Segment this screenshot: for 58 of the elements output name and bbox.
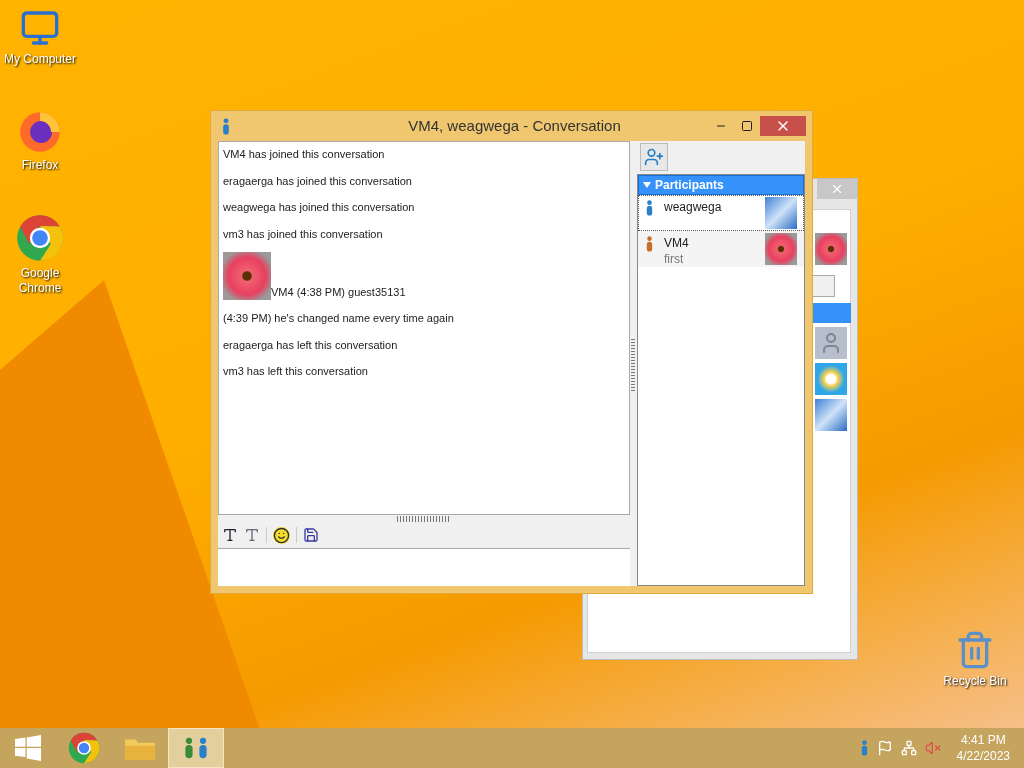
clock-time: 4:41 PM [960,732,1006,748]
font-icon[interactable] [222,527,238,543]
participant-name: VM4 [664,235,690,251]
desktop-icon-label[interactable]: My Computer [4,52,76,67]
maximize-icon [741,120,753,132]
clock[interactable]: 4:41 PM 4/22/2023 [956,732,1010,764]
person-icon [197,737,209,759]
list-header [811,303,851,323]
photo-placeholder [765,197,797,229]
chat-message: vm3 has joined this conversation [223,226,384,242]
network-icon[interactable] [900,740,917,756]
clock-date: 4/22/2023 [956,748,1010,764]
splitter-grip[interactable] [397,516,451,522]
chat-message: (4:39 PM) he's changed name every time again [223,311,455,326]
font-color-icon[interactable] [244,527,260,543]
participant-name: weagwega [664,199,723,215]
chat-message: eragaerga has left this conversation [223,337,399,353]
chat-message: weagwega has joined this conversation [223,200,416,215]
photo-placeholder [815,363,847,395]
participant-status: first [664,251,685,267]
toolbar-button[interactable] [811,275,835,297]
chat-message: vm3 has left this conversation [223,364,369,379]
person-icon [859,740,869,756]
participant-item[interactable]: VM4 first [638,231,804,267]
taskbar-button[interactable] [168,728,224,768]
expand-arrow-icon [643,182,651,188]
flag-icon[interactable] [876,740,893,756]
browser-icon [18,110,62,154]
emoticon-icon[interactable] [273,526,290,544]
photo-placeholder [765,233,797,265]
person-icon [645,236,654,252]
computer-icon [20,8,60,48]
chat-message: VM4 (4:38 PM) guest35131 [271,284,406,300]
photo-placeholder [815,233,847,265]
add-participant-button[interactable] [640,143,668,171]
chat-message: VM4 has joined this conversation [223,147,386,162]
splitter-grip[interactable] [631,336,635,391]
person-icon [183,737,195,759]
person-icon [221,117,231,135]
windows-logo-icon [15,735,41,761]
browser-icon [16,214,64,262]
message-input[interactable] [218,548,630,586]
desktop-icon-label[interactable]: Recycle Bin [943,674,1007,689]
chat-message: eragaerga has joined this conversation [223,173,413,189]
photo-placeholder [223,252,271,300]
window-title: VM4, weagwega - Conversation [407,115,622,136]
participant-item[interactable]: weagwega [638,195,804,231]
photo-placeholder [815,399,847,431]
close-icon [830,182,844,196]
avatar-icon [815,327,847,359]
desktop-icon-label[interactable]: Google Chrome [0,266,80,296]
browser-icon [68,732,100,764]
speaker-muted-icon[interactable] [924,740,941,756]
person-icon [645,200,654,216]
participants-header[interactable]: Participants [638,175,804,195]
add-person-icon [644,147,664,167]
save-icon[interactable] [303,527,319,543]
desktop-icon-label[interactable]: Firefox [21,158,59,173]
